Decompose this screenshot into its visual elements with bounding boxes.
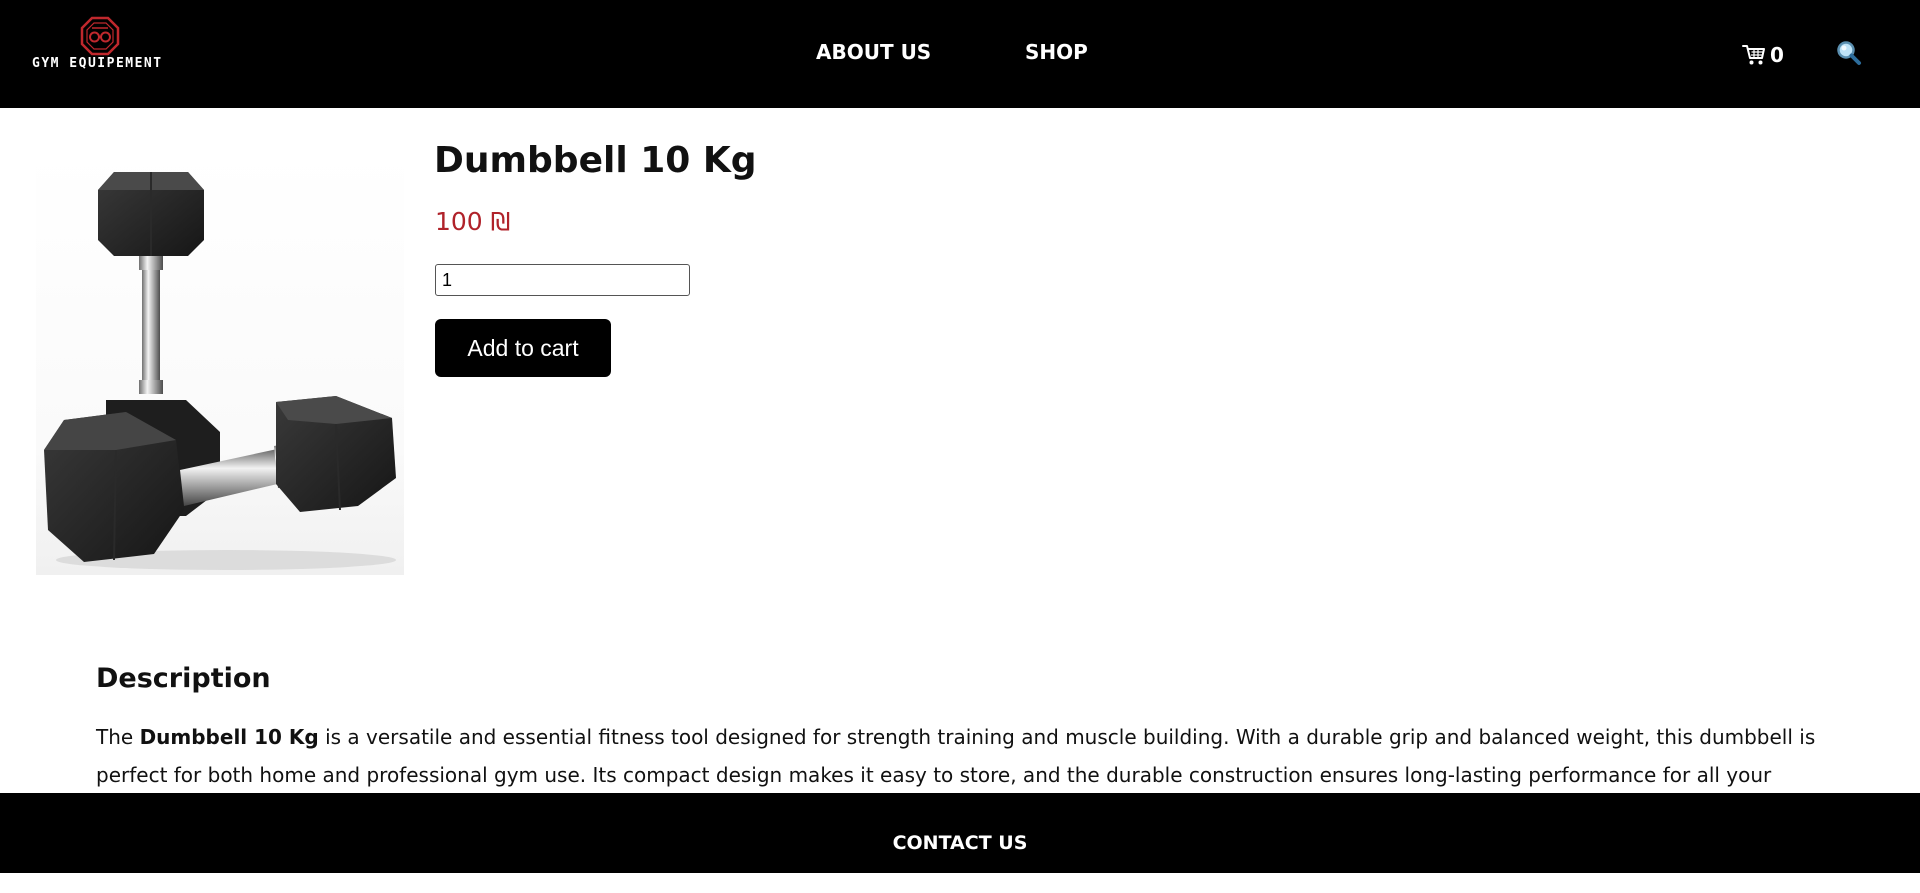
site-footer: CONTACT US <box>0 793 1920 873</box>
description-heading: Description <box>96 663 271 694</box>
cart-count: 0 <box>1770 43 1784 67</box>
site-logo[interactable]: GYM EQUIPEMENT <box>30 16 170 76</box>
description-product-name: Dumbbell 10 Kg <box>139 725 319 749</box>
add-to-cart-button[interactable]: Add to cart <box>435 319 611 377</box>
gym-logo-icon <box>80 16 120 56</box>
contact-us-link[interactable]: CONTACT US <box>0 793 1920 893</box>
logo-text: GYM EQUIPEMENT <box>32 56 163 71</box>
search-button[interactable] <box>1836 40 1866 70</box>
search-icon <box>1837 41 1861 65</box>
site-header: GYM EQUIPEMENT ABOUT US SHOP 0 <box>0 0 1920 108</box>
nav-about-us[interactable]: ABOUT US <box>816 40 931 64</box>
product-title: Dumbbell 10 Kg <box>434 140 757 181</box>
cart-button[interactable]: 0 <box>1742 40 1784 70</box>
product-image <box>36 150 404 575</box>
product-price: 100 ₪ <box>435 207 511 236</box>
cart-icon <box>1742 45 1765 65</box>
description-intro: The <box>96 725 140 749</box>
quantity-input[interactable] <box>435 264 690 296</box>
dumbbell-image <box>44 172 396 570</box>
nav-shop[interactable]: SHOP <box>1025 40 1088 64</box>
